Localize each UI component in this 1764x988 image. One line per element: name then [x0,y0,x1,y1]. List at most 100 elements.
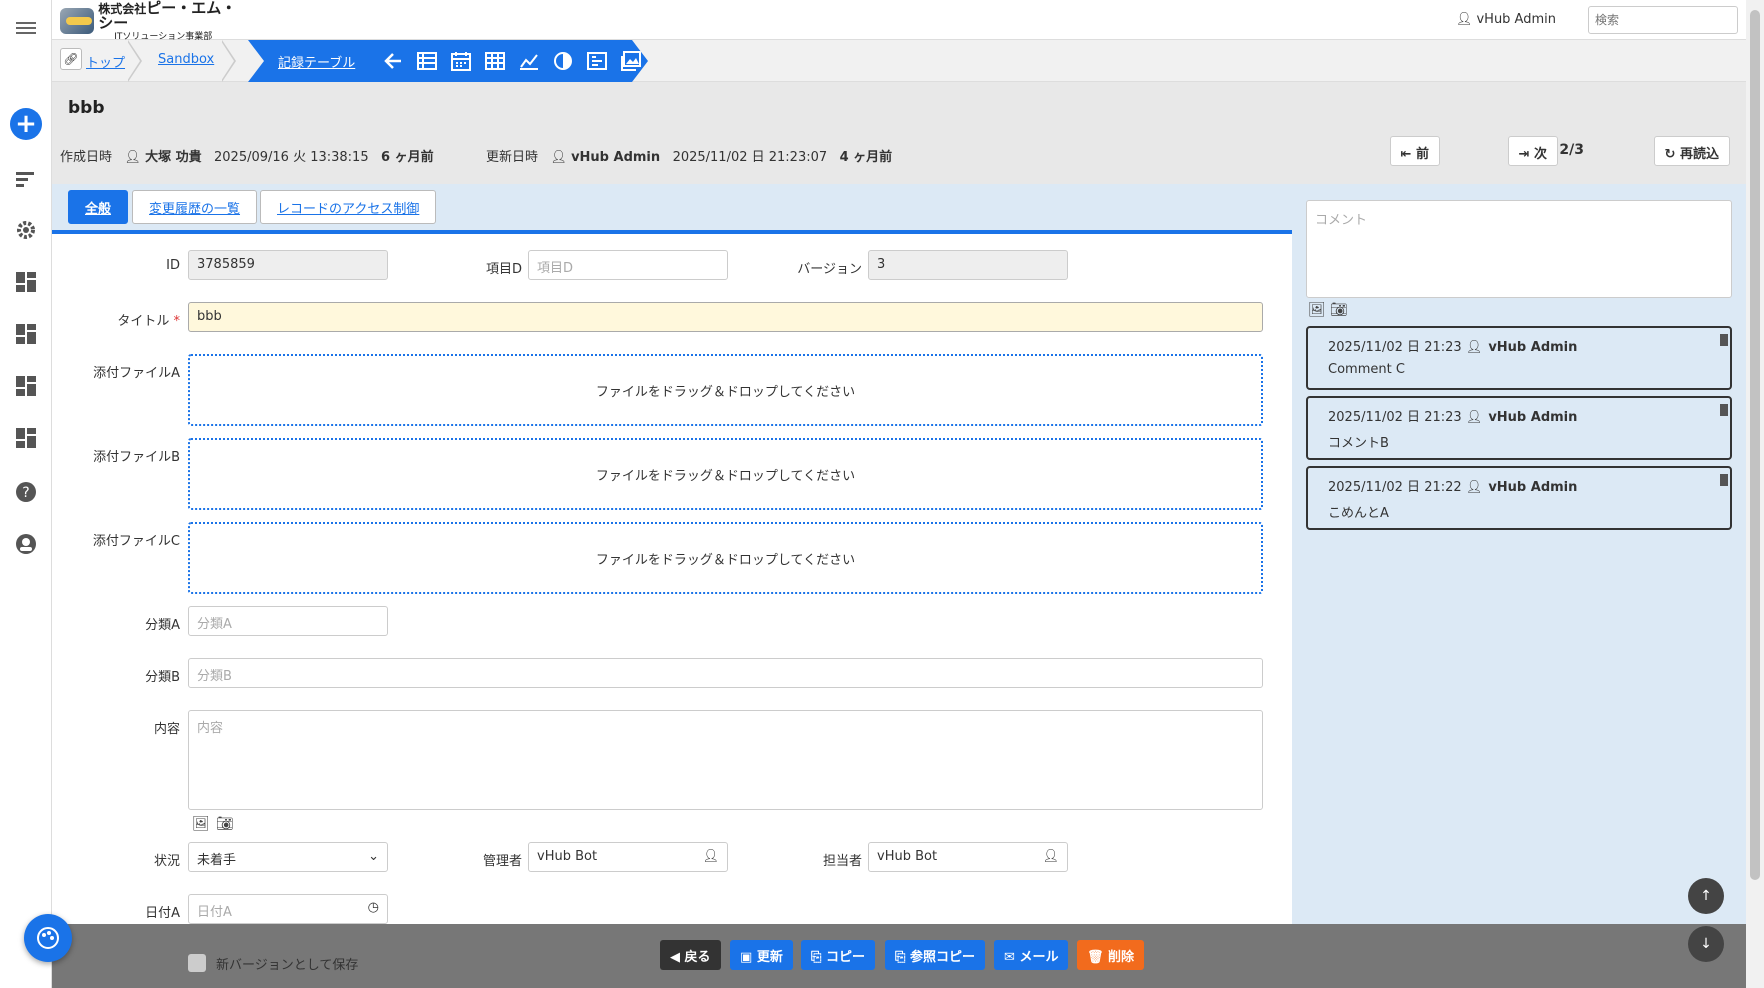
comment-body: こめんとA [1328,506,1389,521]
add-icon[interactable]: + [10,108,42,140]
dashboard-icon[interactable] [12,268,40,296]
reload-icon: ↻ [1664,147,1676,162]
comment-header: 2025/11/02 日 21:22 👤︎ vHub Admin [1328,476,1577,495]
breadcrumb-table[interactable]: 記録テーブル [278,52,355,71]
next-icon: ⇥ [1518,147,1530,162]
delete-button[interactable]: 🗑︎ 削除 [1077,940,1145,970]
view-switcher [380,48,644,74]
created-by[interactable]: 大塚 功貴 [145,150,202,165]
update-button[interactable]: ▣ 更新 [730,940,793,970]
dashboard-icon-3[interactable] [12,372,40,400]
user-name: vHub Admin [1476,12,1556,27]
comment-user[interactable]: vHub Admin [1488,480,1577,495]
clock-icon[interactable]: ◷ [368,900,379,915]
updated-meta: 更新日時 👤︎ vHub Admin 2025/11/02 日 21:23:07… [486,146,892,165]
user-icon: 👤︎ [550,150,567,165]
classA-field[interactable]: 分類A [188,606,388,636]
title-field[interactable]: bbb [188,302,1263,332]
comment-item: 2025/11/02 日 21:23 👤︎ vHub Admin コメントB [1306,396,1732,460]
back-arrow-icon[interactable] [380,48,406,74]
calendar-icon[interactable] [448,48,474,74]
status-select[interactable]: 未着手 ⌄ [188,842,388,872]
mail-icon: ✉ [1004,950,1015,965]
owner-field[interactable]: vHub Bot 👤︎ [868,842,1068,872]
comment-header: 2025/11/02 日 21:23 👤︎ vHub Admin [1328,336,1577,355]
camera-icon[interactable]: 📷︎ [1330,302,1348,318]
comment-body: コメントB [1328,436,1389,451]
tab-general[interactable]: 全般 [68,190,129,224]
next-button[interactable]: ⇥ 次 [1507,136,1558,166]
comment-item: 2025/11/02 日 21:22 👤︎ vHub Admin こめんとA [1306,466,1732,530]
mail-button[interactable]: ✉ メール [994,940,1069,970]
prev-button[interactable]: ⇤ 前 [1389,136,1440,166]
delete-comment-icon[interactable] [1720,474,1728,486]
dateA-field[interactable]: 日付A ◷ [188,894,388,924]
comment-user[interactable]: vHub Admin [1488,340,1577,355]
image-lib-icon[interactable] [618,48,644,74]
left-rail: + ? [0,0,52,988]
delete-comment-icon[interactable] [1720,404,1728,416]
trash-icon: 🗑︎ [1087,950,1104,965]
record-form: 全般 変更履歴の一覧 レコードのアクセス制御 ID 3785859 項目D 項目… [52,184,1292,924]
updated-by[interactable]: vHub Admin [571,150,660,165]
new-version-checkbox[interactable] [188,954,206,972]
content-field[interactable]: 内容 [188,710,1263,810]
attachment-a-dropzone[interactable]: ファイルをドラッグ＆ドロップしてください [188,354,1263,426]
list-icon[interactable] [12,166,40,194]
top-bar: 株式会社ピー・エム・シー ITソリューション事業部 👤︎ vHub Admin [52,0,1746,41]
table-view-icon[interactable] [414,48,440,74]
trend-chart-icon[interactable] [516,48,542,74]
breadcrumb-top[interactable]: トップ [86,52,125,71]
attachment-b-label: 添付ファイルB [93,450,180,465]
search-input[interactable] [1588,6,1738,34]
dateA-placeholder: 日付A [197,905,232,920]
title-label: タイトル * [92,310,180,329]
user-picker-icon[interactable]: 👤︎ [1042,849,1059,864]
insert-image-icon[interactable]: 🖼︎ [192,816,210,832]
scrollbar-thumb[interactable] [1750,10,1760,880]
ref-copy-button[interactable]: ⎘ 参照コピー [885,940,985,970]
breadcrumb-separator [127,40,142,82]
itemd-field[interactable]: 項目D [528,250,728,280]
kanban-icon[interactable] [584,48,610,74]
current-user[interactable]: 👤︎ vHub Admin [1456,12,1556,27]
user-account-icon[interactable] [12,530,40,558]
comment-user[interactable]: vHub Admin [1488,410,1577,425]
version-label: バージョン [797,262,862,277]
title-label-text: タイトル [117,314,170,329]
copy-button[interactable]: ⎘ コピー [801,940,875,970]
delete-comment-icon[interactable] [1720,334,1728,346]
menu-icon[interactable] [12,14,40,42]
crosstab-icon[interactable] [482,48,508,74]
insert-image-icon[interactable]: 🖼︎ [1308,302,1326,318]
chevron-down-icon: ⌄ [368,849,379,864]
attachment-c-dropzone[interactable]: ファイルをドラッグ＆ドロップしてください [188,522,1263,594]
tab-history[interactable]: 変更履歴の一覧 [132,190,258,224]
comment-input[interactable]: コメント [1306,200,1732,298]
help-icon[interactable]: ? [12,478,40,506]
updated-ago: 4 ヶ月前 [839,150,893,165]
reload-button[interactable]: ↻ 再読込 [1653,136,1730,166]
dashboard-icon-2[interactable] [12,320,40,348]
theme-palette-button[interactable] [24,914,72,962]
page-scrollbar[interactable] [1746,0,1764,988]
gantt-icon[interactable] [550,48,576,74]
camera-icon[interactable]: 📷︎ [216,816,234,832]
back-button[interactable]: ◀ 戻る [660,940,721,970]
dashboard-icon-4[interactable] [12,424,40,452]
breadcrumb-sandbox[interactable]: Sandbox [158,52,214,67]
classB-field[interactable]: 分類B [188,658,1263,688]
scroll-top-button[interactable]: ↑ [1688,878,1724,914]
dateA-label: 日付A [145,906,180,921]
link-icon[interactable]: 🔗︎ [60,48,82,70]
scroll-bottom-button[interactable]: ↓ [1688,926,1724,962]
save-icon: ▣ [740,950,753,965]
attachment-b-dropzone[interactable]: ファイルをドラッグ＆ドロップしてください [188,438,1263,510]
arrow-down-icon: ↓ [1700,936,1712,952]
tab-access-control[interactable]: レコードのアクセス制御 [260,190,437,224]
company-logo[interactable]: 株式会社ピー・エム・シー ITソリューション事業部 [60,0,242,41]
user-picker-icon[interactable]: 👤︎ [702,849,719,864]
gear-icon[interactable] [12,216,40,244]
user-icon: 👤︎ [1465,410,1483,425]
manager-field[interactable]: vHub Bot 👤︎ [528,842,728,872]
